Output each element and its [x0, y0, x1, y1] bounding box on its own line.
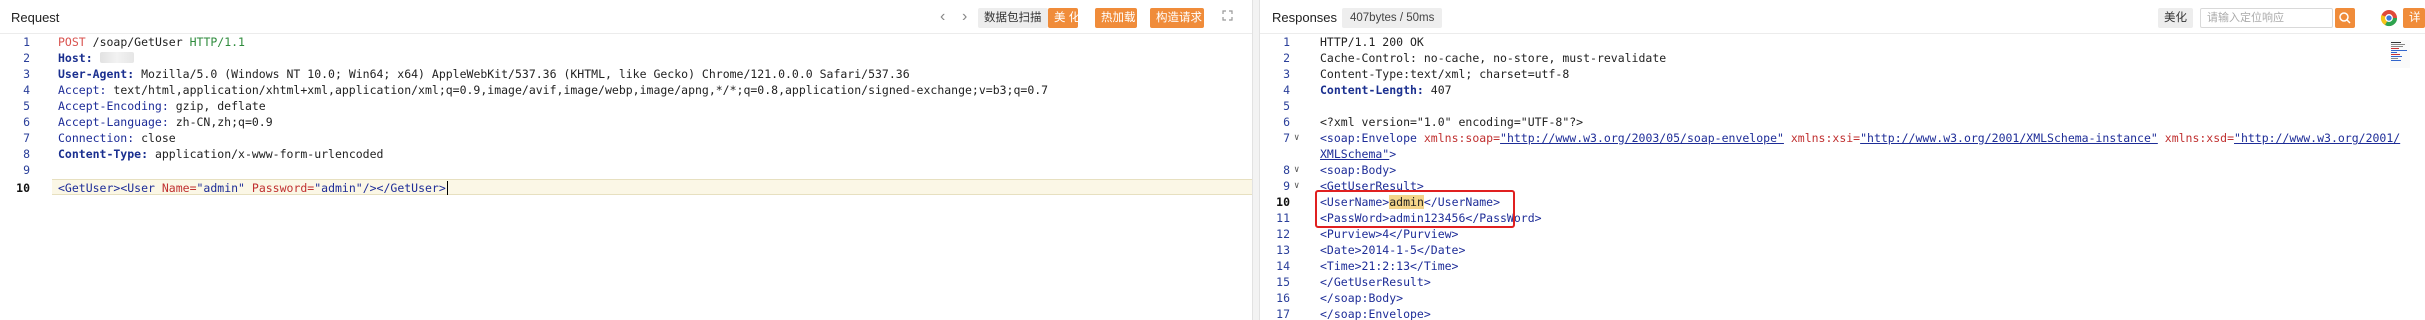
search-icon — [2339, 12, 2351, 24]
purview-line: <Purview>4</Purview> — [1320, 227, 1459, 241]
expand-icon[interactable] — [1222, 10, 1233, 21]
response-size-badge: 407bytes / 50ms — [1342, 8, 1443, 28]
chrome-icon[interactable] — [2380, 9, 2398, 27]
line-number: 11 — [1276, 211, 1290, 225]
response-search-input[interactable]: 请输入定位响应 — [2200, 8, 2333, 28]
content-length-header: Content-Length: 407 — [1320, 83, 1452, 97]
accept-encoding-header: Accept-Encoding: gzip, deflate — [58, 99, 266, 113]
detail-button[interactable]: 详 — [2403, 8, 2425, 28]
response-title: Responses — [1272, 10, 1338, 25]
line-number: 17 — [1276, 307, 1290, 320]
time-line: <Time>21:2:13</Time> — [1320, 259, 1459, 273]
line-number: 3 — [1283, 67, 1290, 81]
soap-body-close: </soap:Body> — [1320, 291, 1404, 305]
request-editor[interactable]: 1 POST /soap/GetUser HTTP/1.1 2 Host: 3 Use… — [0, 34, 1252, 320]
fold-icon[interactable]: ∨ — [1294, 130, 1299, 146]
line-number: 10 — [16, 181, 30, 195]
xml-declaration: <?xml version="1.0" encoding="UTF-8"?> — [1320, 115, 1584, 129]
line-number: 9 — [1283, 179, 1290, 193]
line-number: 15 — [1276, 275, 1290, 289]
request-line: POST /soap/GetUser HTTP/1.1 — [58, 35, 245, 49]
line-number: 7 — [1283, 131, 1290, 145]
status-line: HTTP/1.1 200 OK — [1320, 35, 1424, 49]
line-number: 8 — [23, 147, 30, 161]
response-search-button[interactable] — [2335, 8, 2355, 28]
pane-splitter[interactable] — [1252, 0, 1260, 320]
prev-icon[interactable]: ‹ — [940, 8, 945, 26]
request-body: <GetUser><User Name="admin" Password="ad… — [58, 181, 448, 195]
host-header: Host: — [58, 50, 134, 66]
line-number: 13 — [1276, 243, 1290, 257]
beautify-button[interactable]: 美 化 — [1048, 8, 1080, 28]
line-number: 5 — [1283, 99, 1290, 113]
line-number: 12 — [1276, 227, 1290, 241]
content-type-header: Content-Type:text/xml; charset=utf-8 — [1320, 67, 1570, 81]
user-agent-header: User-Agent: Mozilla/5.0 (Windows NT 10.0… — [58, 67, 910, 81]
line-number: 4 — [1283, 83, 1290, 97]
line-number: 6 — [1283, 115, 1290, 129]
result-close: </GetUserResult> — [1320, 275, 1431, 289]
line-number: 7 — [23, 131, 30, 145]
highlight-box — [1315, 190, 1515, 228]
construct-request-button[interactable]: 构造请求 — [1150, 8, 1204, 28]
line-number: 1 — [23, 35, 30, 49]
request-header: Request ‹ › 数据包扫描 美 化 热加载 构造请求 — [0, 0, 1252, 34]
line-number: 14 — [1276, 259, 1290, 273]
response-editor[interactable]: 1 HTTP/1.1 200 OK 2 Cache-Control: no-cach… — [1260, 34, 2425, 320]
next-icon[interactable]: › — [962, 8, 967, 26]
redacted-host — [99, 52, 134, 63]
envelope-open: <soap:Envelope xmlns:soap="http://www.w3… — [1320, 131, 2401, 145]
line-number: 9 — [23, 163, 30, 177]
fold-icon[interactable]: ∨ — [1294, 178, 1299, 194]
line-number: 6 — [23, 115, 30, 129]
content-type-header: Content-Type: application/x-www-form-url… — [58, 147, 384, 161]
response-header: Responses 407bytes / 50ms 美化 请输入定位响应 详 — [1260, 0, 2425, 34]
line-number: 4 — [23, 83, 30, 97]
packet-scan-button[interactable]: 数据包扫描 — [978, 8, 1048, 28]
line-number: 5 — [23, 99, 30, 113]
line-number: 10 — [1276, 195, 1290, 209]
date-line: <Date>2014-1-5</Date> — [1320, 243, 1466, 257]
line-number: 2 — [1283, 51, 1290, 65]
envelope-open-cont: XMLSchema"> — [1320, 147, 1397, 161]
line-number: 8 — [1283, 163, 1290, 177]
accept-language-header: Accept-Language: zh-CN,zh;q=0.9 — [58, 115, 273, 129]
line-number: 16 — [1276, 291, 1290, 305]
response-pane: Responses 407bytes / 50ms 美化 请输入定位响应 详 1… — [1260, 0, 2425, 320]
connection-header: Connection: close — [58, 131, 176, 145]
line-number: 2 — [23, 51, 30, 65]
request-pane: Request ‹ › 数据包扫描 美 化 热加载 构造请求 1 POST /so… — [0, 0, 1252, 320]
accept-header: Accept: text/html,application/xhtml+xml,… — [58, 83, 1049, 97]
envelope-close: </soap:Envelope> — [1320, 307, 1431, 320]
minimap[interactable] — [2390, 40, 2410, 68]
cache-control-header: Cache-Control: no-cache, no-store, must-… — [1320, 51, 1667, 65]
line-number: 3 — [23, 67, 30, 81]
line-number: 1 — [1283, 35, 1290, 49]
soap-body-open: <soap:Body> — [1320, 163, 1397, 177]
response-beautify-button[interactable]: 美化 — [2158, 8, 2193, 28]
hot-load-button[interactable]: 热加载 — [1095, 8, 1137, 28]
fold-icon[interactable]: ∨ — [1294, 162, 1299, 178]
request-title: Request — [11, 10, 60, 25]
